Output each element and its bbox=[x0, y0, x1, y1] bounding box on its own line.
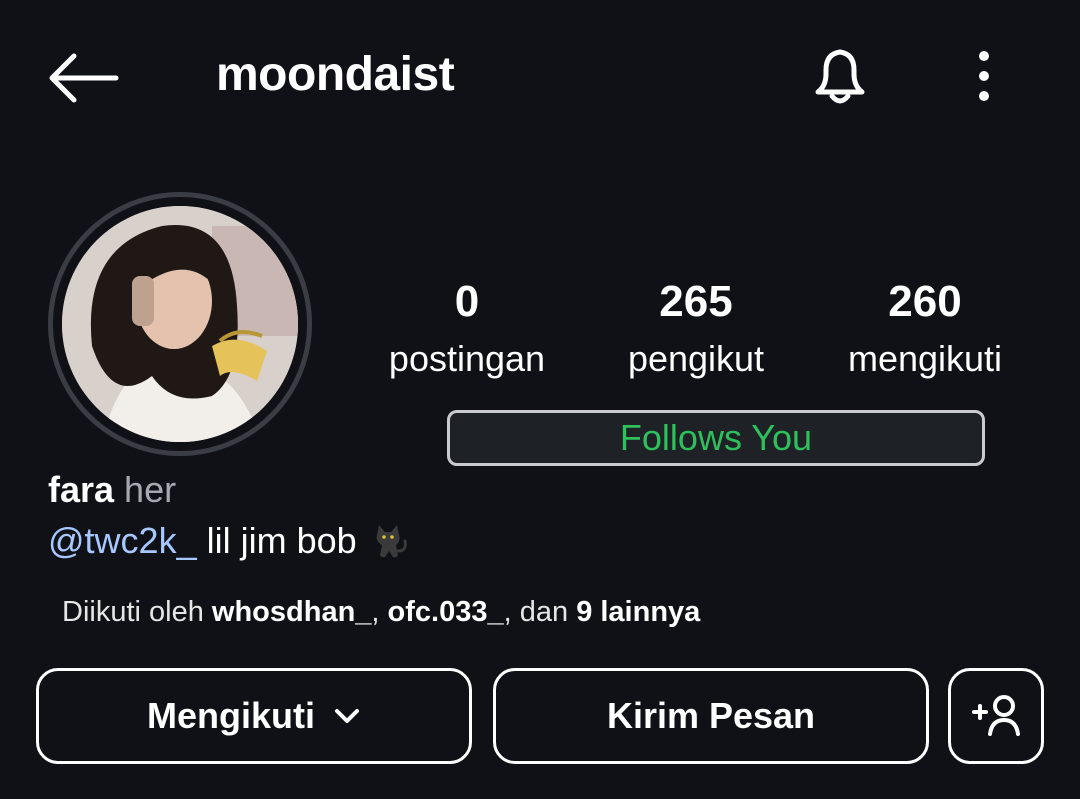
avatar[interactable] bbox=[62, 206, 298, 442]
send-message-button[interactable]: Kirim Pesan bbox=[493, 668, 929, 764]
profile-name-row: fara her bbox=[48, 468, 176, 512]
followed-by-separator: , bbox=[371, 596, 388, 628]
following-label: mengikuti bbox=[847, 338, 1003, 379]
posts-count: 0 bbox=[454, 277, 480, 326]
followed-by-middle: , dan bbox=[503, 596, 577, 628]
stat-following[interactable]: 260 mengikuti bbox=[815, 274, 1035, 384]
following-button-label: Mengikuti bbox=[147, 695, 315, 736]
bio-mention-link[interactable]: @twc2k_ bbox=[48, 518, 197, 564]
follows-you-badge: Follows You bbox=[447, 410, 985, 466]
bio-text-row: @twc2k_ lil jim bob bbox=[48, 518, 409, 564]
add-person-icon bbox=[972, 695, 1020, 736]
mutual-others: 9 lainnya bbox=[576, 596, 701, 628]
following-count: 260 bbox=[888, 277, 962, 326]
profile-username: moondaist bbox=[216, 48, 455, 101]
back-arrow-icon[interactable] bbox=[44, 48, 124, 108]
posts-label: postingan bbox=[388, 338, 546, 379]
suggest-people-button[interactable] bbox=[948, 668, 1044, 764]
following-button[interactable]: Mengikuti bbox=[36, 668, 472, 764]
profile-screen: moondaist 0 postingan 265 pengikut 260 m… bbox=[0, 0, 1080, 799]
black-cat-icon bbox=[376, 525, 407, 558]
mutual-user-2: ofc.033_ bbox=[387, 596, 504, 628]
chevron-down-icon bbox=[335, 709, 359, 723]
more-vertical-icon[interactable] bbox=[968, 48, 1000, 104]
mutual-followers-text[interactable]: Diikuti oleh whosdhan_, ofc.033_, dan 9 … bbox=[62, 592, 700, 632]
send-message-label: Kirim Pesan bbox=[606, 695, 816, 736]
stat-posts[interactable]: 0 postingan bbox=[357, 274, 577, 384]
mutual-user-1: whosdhan_ bbox=[211, 596, 372, 628]
follows-you-label: Follows You bbox=[619, 417, 813, 458]
followed-by-prefix: Diikuti oleh bbox=[62, 596, 212, 628]
followers-label: pengikut bbox=[627, 338, 765, 379]
stat-followers[interactable]: 265 pengikut bbox=[586, 274, 806, 384]
profile-name: fara bbox=[48, 469, 115, 510]
profile-pronoun: her bbox=[124, 469, 177, 510]
bio-text: lil jim bob bbox=[206, 520, 357, 561]
bell-icon[interactable] bbox=[804, 40, 876, 112]
followers-count: 265 bbox=[659, 277, 733, 326]
